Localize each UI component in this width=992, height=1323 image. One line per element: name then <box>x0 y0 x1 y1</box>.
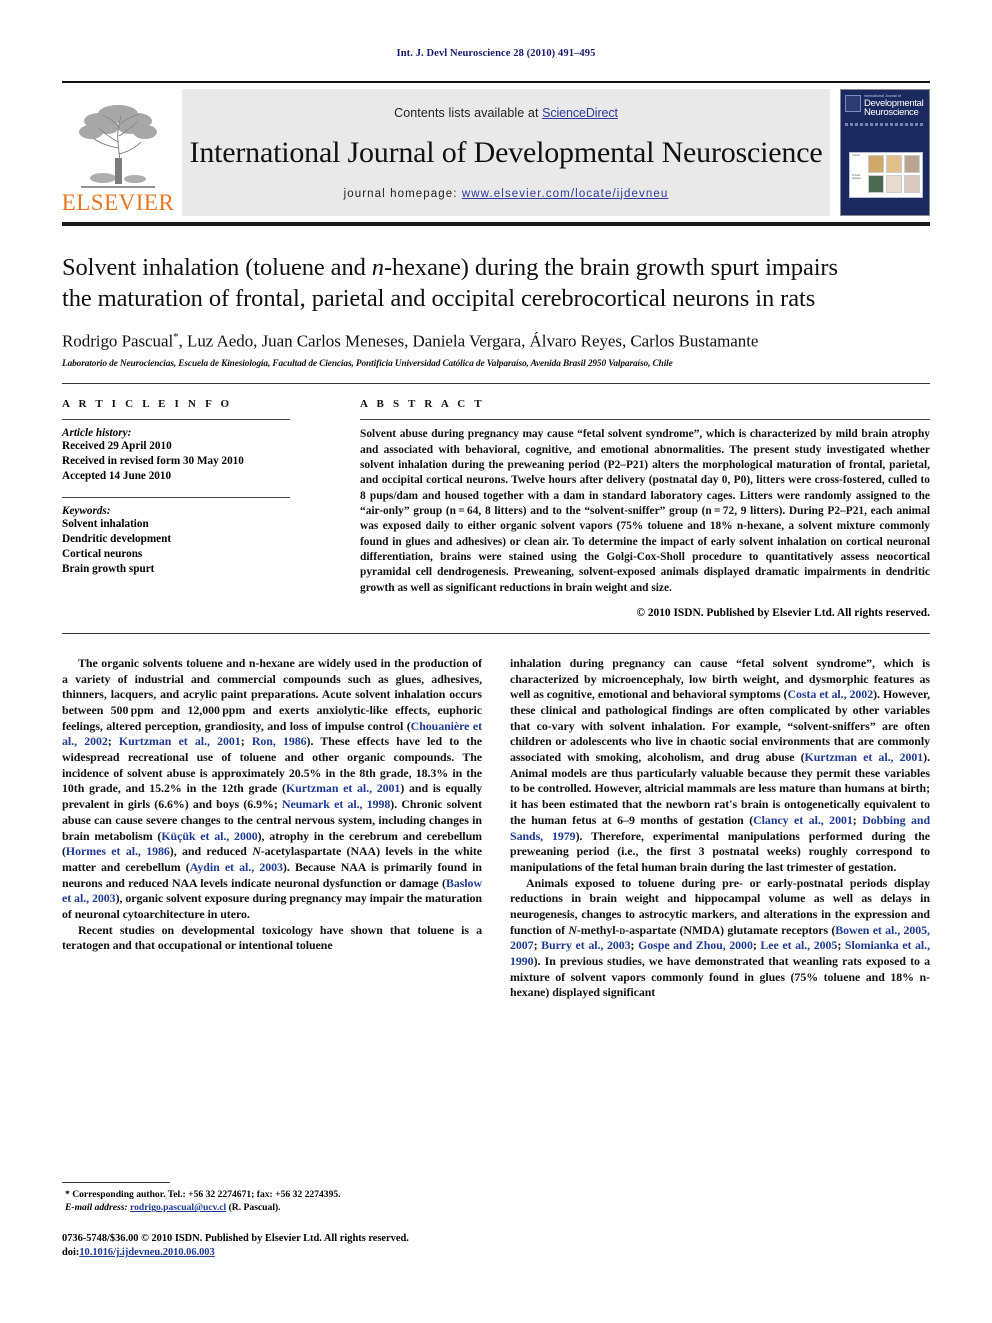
info-abstract-region: A R T I C L E I N F O Article history: R… <box>62 384 930 619</box>
citation-link[interactable]: Aydin et al., 2003 <box>190 860 283 874</box>
paper-page: Int. J. Devl Neuroscience 28 (2010) 491–… <box>0 0 992 1323</box>
citation-link[interactable]: Burry et al., 2003 <box>541 938 630 952</box>
masthead-bottom-rule <box>62 222 930 226</box>
article-title-line2: the maturation of frontal, parietal and … <box>62 285 816 313</box>
citation-link[interactable]: Costa et al., 2002 <box>787 687 873 701</box>
article-history-item: Accepted 14 June 2010 <box>62 470 172 483</box>
abstract-bottom-rule <box>62 632 930 634</box>
article-history-label: Article history: <box>62 427 132 440</box>
footnote-rule <box>62 1181 170 1183</box>
citation-link[interactable]: Hormes et al., 1986 <box>66 844 170 858</box>
body-paragraph: Animals exposed to toluene during pre- o… <box>510 875 930 1000</box>
doi-line: doi:10.1016/j.ijdevneu.2010.06.003 <box>62 1246 478 1261</box>
email-note: E-mail address: rodrigo.pascual@ucv.cl (… <box>62 1201 478 1215</box>
abstract-copyright: © 2010 ISDN. Published by Elsevier Ltd. … <box>636 606 930 619</box>
citation-link[interactable]: Ron, 1986 <box>252 734 307 748</box>
cover-title-line2: Neuroscience <box>864 107 919 119</box>
citation-link[interactable]: Kurtzman et al., 2001 <box>286 781 400 795</box>
issn-line: 0736-5748/$36.00 © 2010 ISDN. Published … <box>62 1232 409 1244</box>
citation-link[interactable]: Kurtzman et al., 2001 <box>805 750 924 764</box>
author-rest: , Luz Aedo, Juan Carlos Meneses, Daniela… <box>178 331 759 351</box>
affiliation: Laboratorio de Neurociencias, Escuela de… <box>62 359 673 370</box>
citation-link[interactable]: Neumark et al., 1998 <box>282 797 390 811</box>
citation-link[interactable]: Baslow et al., 2003 <box>62 876 482 906</box>
sciencedirect-link[interactable]: ScienceDirect <box>542 106 618 120</box>
homepage-prefix: journal homepage: <box>343 187 462 200</box>
corresponding-author-note: * Corresponding author. Tel.: +56 32 227… <box>65 1188 341 1200</box>
cover-figure-panel: Control Solvent-exposed <box>849 152 923 198</box>
keywords-label: Keywords: <box>62 505 111 518</box>
cover-fig-cell <box>868 175 884 193</box>
page-title: Solvent inhalation (toluene and n-hexane… <box>62 252 930 315</box>
body-paragraph: Recent studies on developmental toxicolo… <box>62 922 482 953</box>
journal-title: International Journal of Developmental N… <box>189 135 823 169</box>
cover-fig-cell <box>886 175 902 193</box>
cover-fig-cell <box>886 155 902 173</box>
abstract-rule <box>360 419 930 421</box>
email-link[interactable]: rodrigo.pascual@ucv.cl <box>130 1202 226 1213</box>
title-italic-n: n <box>371 254 384 281</box>
cover-fig-cell <box>904 175 920 193</box>
article-history-item: Received 29 April 2010 <box>62 440 172 453</box>
elsevier-logo: ELSEVIER <box>62 89 174 216</box>
running-head: Int. J. Devl Neuroscience 28 (2010) 491–… <box>396 48 596 59</box>
keywords-rule <box>62 497 290 499</box>
elsevier-tree-icon <box>79 105 157 188</box>
article-info-heading: A R T I C L E I N F O <box>62 398 233 411</box>
doi-link[interactable]: 10.1016/j.ijdevneu.2010.06.003 <box>79 1247 214 1258</box>
abstract-text: Solvent abuse during pregnancy may cause… <box>360 428 930 594</box>
citation-link[interactable]: Küçük et al., 2000 <box>161 829 257 843</box>
cover-elsevier-icon <box>845 95 861 112</box>
author-list: Rodrigo Pascual*, Luz Aedo, Juan Carlos … <box>62 331 930 352</box>
cover-fig-cell <box>904 155 920 173</box>
elsevier-wordmark: ELSEVIER <box>61 190 175 215</box>
article-info-column: A R T I C L E I N F O Article history: R… <box>62 398 360 619</box>
contents-available-line: Contents lists available at ScienceDirec… <box>394 106 618 120</box>
citation-link[interactable]: Gospe and Zhou, 2000 <box>638 938 753 952</box>
doi-label: doi: <box>62 1247 80 1259</box>
keyword-item: Brain growth spurt <box>62 563 155 576</box>
body-two-columns: The organic solvents toluene and n-hexan… <box>62 656 930 1001</box>
cover-keyword-rule <box>845 123 925 127</box>
body-paragraph: inhalation during pregnancy can cause “f… <box>510 655 931 874</box>
author-first: Rodrigo Pascual <box>62 331 174 351</box>
citation-link[interactable]: Lee et al., 2005 <box>760 938 837 952</box>
footnote-area: * Corresponding author. Tel.: +56 32 227… <box>62 1181 478 1261</box>
article-info-rule <box>62 419 290 421</box>
journal-homepage-link[interactable]: www.elsevier.com/locate/ijdevneu <box>462 188 669 200</box>
body-column-left: The organic solvents toluene and n-hexan… <box>62 656 482 1001</box>
abstract-column: A B S T R A C T Solvent abuse during pre… <box>360 398 930 619</box>
cover-fig-label-2: Solvent-exposed <box>852 174 861 180</box>
masthead: ELSEVIER Contents lists available at Sci… <box>62 81 930 216</box>
keyword-item: Dendritic development <box>62 533 172 546</box>
abstract-heading: A B S T R A C T <box>360 398 485 411</box>
body-column-right: inhalation during pregnancy can cause “f… <box>510 656 930 1001</box>
citation-link[interactable]: Dobbing and Sands, 1979 <box>510 813 930 843</box>
issn-copyright-block: 0736-5748/$36.00 © 2010 ISDN. Published … <box>62 1232 478 1261</box>
keyword-item: Solvent inhalation <box>62 518 149 531</box>
journal-homepage-line: journal homepage: www.elsevier.com/locat… <box>344 188 669 200</box>
article-history-item: Received in revised form 30 May 2010 <box>62 455 244 468</box>
journal-cover-thumbnail[interactable]: International Journal of Developmental N… <box>840 89 930 216</box>
email-label: E-mail address: <box>65 1202 128 1214</box>
body-paragraph: The organic solvents toluene and n-hexan… <box>62 655 482 921</box>
article-title-line1: Solvent inhalation (toluene and n-hexane… <box>62 254 838 281</box>
cover-fig-cell <box>868 155 884 173</box>
masthead-center-band: Contents lists available at ScienceDirec… <box>182 89 830 216</box>
citation-link[interactable]: Clancy et al., 2001 <box>753 813 853 827</box>
contents-prefix: Contents lists available at <box>394 105 543 120</box>
cover-fig-label-1: Control <box>852 154 860 157</box>
keyword-item: Cortical neurons <box>62 548 143 561</box>
title-block: Solvent inhalation (toluene and n-hexane… <box>62 252 930 369</box>
citation-link[interactable]: Kurtzman et al., 2001 <box>119 734 241 748</box>
email-suffix: (R. Pascual). <box>226 1202 281 1214</box>
